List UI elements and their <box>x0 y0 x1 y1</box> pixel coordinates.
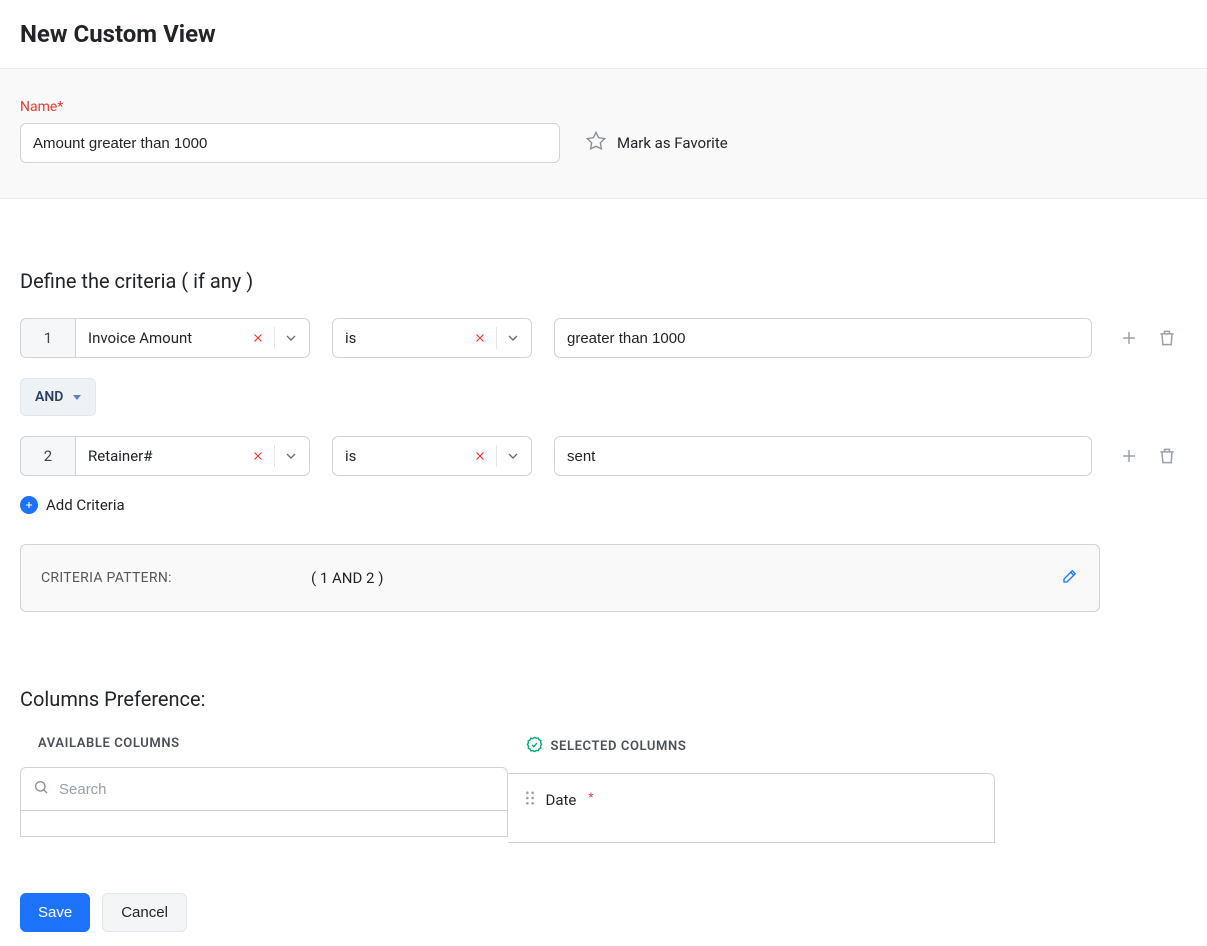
criteria-heading: Define the criteria ( if any ) <box>20 269 1187 293</box>
clear-icon[interactable] <box>470 328 490 348</box>
chevron-down-icon[interactable] <box>503 446 523 466</box>
logic-operator-value: AND <box>35 389 63 405</box>
criteria-operator-value: is <box>345 329 356 347</box>
caret-down-icon <box>73 395 81 400</box>
criteria-operator-select[interactable]: is <box>332 436 532 476</box>
chevron-down-icon[interactable] <box>281 328 301 348</box>
criteria-pattern-label: CRITERIA PATTERN: <box>41 570 311 586</box>
clear-icon[interactable] <box>248 446 268 466</box>
available-columns-title: AVAILABLE COLUMNS <box>20 736 508 751</box>
search-input[interactable] <box>59 781 495 798</box>
criteria-row: 2 Retainer# is <box>20 436 1187 476</box>
criteria-field-select[interactable]: Retainer# <box>75 436 310 476</box>
page-header: New Custom View <box>0 0 1207 69</box>
chevron-down-icon[interactable] <box>503 328 523 348</box>
delete-row-button[interactable] <box>1157 328 1177 348</box>
chevron-down-icon[interactable] <box>281 446 301 466</box>
page-title: New Custom View <box>20 20 1187 48</box>
available-columns-list[interactable] <box>20 811 508 837</box>
columns-heading: Columns Preference: <box>20 687 1187 711</box>
criteria-field-value: Invoice Amount <box>88 329 192 347</box>
available-columns-search[interactable] <box>20 767 508 811</box>
add-row-button[interactable] <box>1119 328 1139 348</box>
cancel-button[interactable]: Cancel <box>102 893 187 932</box>
edit-pattern-button[interactable] <box>1061 567 1079 589</box>
drag-handle-icon[interactable] <box>524 791 536 809</box>
mark-favorite-label: Mark as Favorite <box>617 134 728 152</box>
selected-column-label: Date <box>546 791 577 809</box>
criteria-value-input[interactable] <box>554 318 1092 358</box>
criteria-index: 2 <box>20 436 75 476</box>
criteria-field-value: Retainer# <box>88 447 152 465</box>
name-section: Name* Mark as Favorite <box>0 69 1207 199</box>
clear-icon[interactable] <box>470 446 490 466</box>
criteria-pattern-box: CRITERIA PATTERN: ( 1 AND 2 ) <box>20 544 1100 612</box>
add-criteria-button[interactable]: Add Criteria <box>20 496 125 514</box>
add-row-button[interactable] <box>1119 446 1139 466</box>
columns-preference-section: Columns Preference: AVAILABLE COLUMNS SE… <box>0 632 1207 863</box>
footer-bar: Save Cancel <box>0 879 1207 946</box>
search-icon <box>33 779 49 799</box>
available-columns-panel: AVAILABLE COLUMNS <box>20 736 508 843</box>
logic-operator-dropdown[interactable]: AND <box>20 378 96 416</box>
required-indicator: * <box>588 790 593 804</box>
add-criteria-label: Add Criteria <box>46 496 125 514</box>
criteria-value-input[interactable] <box>554 436 1092 476</box>
criteria-field-select[interactable]: Invoice Amount <box>75 318 310 358</box>
selected-columns-title: SELECTED COLUMNS <box>551 739 687 754</box>
check-badge-icon <box>526 736 543 757</box>
criteria-pattern-value: ( 1 AND 2 ) <box>311 569 383 587</box>
criteria-index: 1 <box>20 318 75 358</box>
selected-column-item[interactable]: Date * <box>508 784 995 816</box>
selected-columns-panel: SELECTED COLUMNS Date * <box>508 736 996 843</box>
star-icon <box>585 130 607 156</box>
clear-icon[interactable] <box>248 328 268 348</box>
delete-row-button[interactable] <box>1157 446 1177 466</box>
plus-circle-icon <box>20 496 38 514</box>
save-button[interactable]: Save <box>20 893 90 932</box>
criteria-operator-select[interactable]: is <box>332 318 532 358</box>
criteria-section: Define the criteria ( if any ) 1 Invoice… <box>0 199 1207 632</box>
selected-columns-list[interactable]: Date * <box>508 773 996 843</box>
criteria-row: 1 Invoice Amount is <box>20 318 1187 358</box>
name-label: Name* <box>20 99 1187 115</box>
criteria-operator-value: is <box>345 447 356 465</box>
name-input[interactable] <box>20 123 560 163</box>
mark-favorite-toggle[interactable]: Mark as Favorite <box>585 130 728 156</box>
